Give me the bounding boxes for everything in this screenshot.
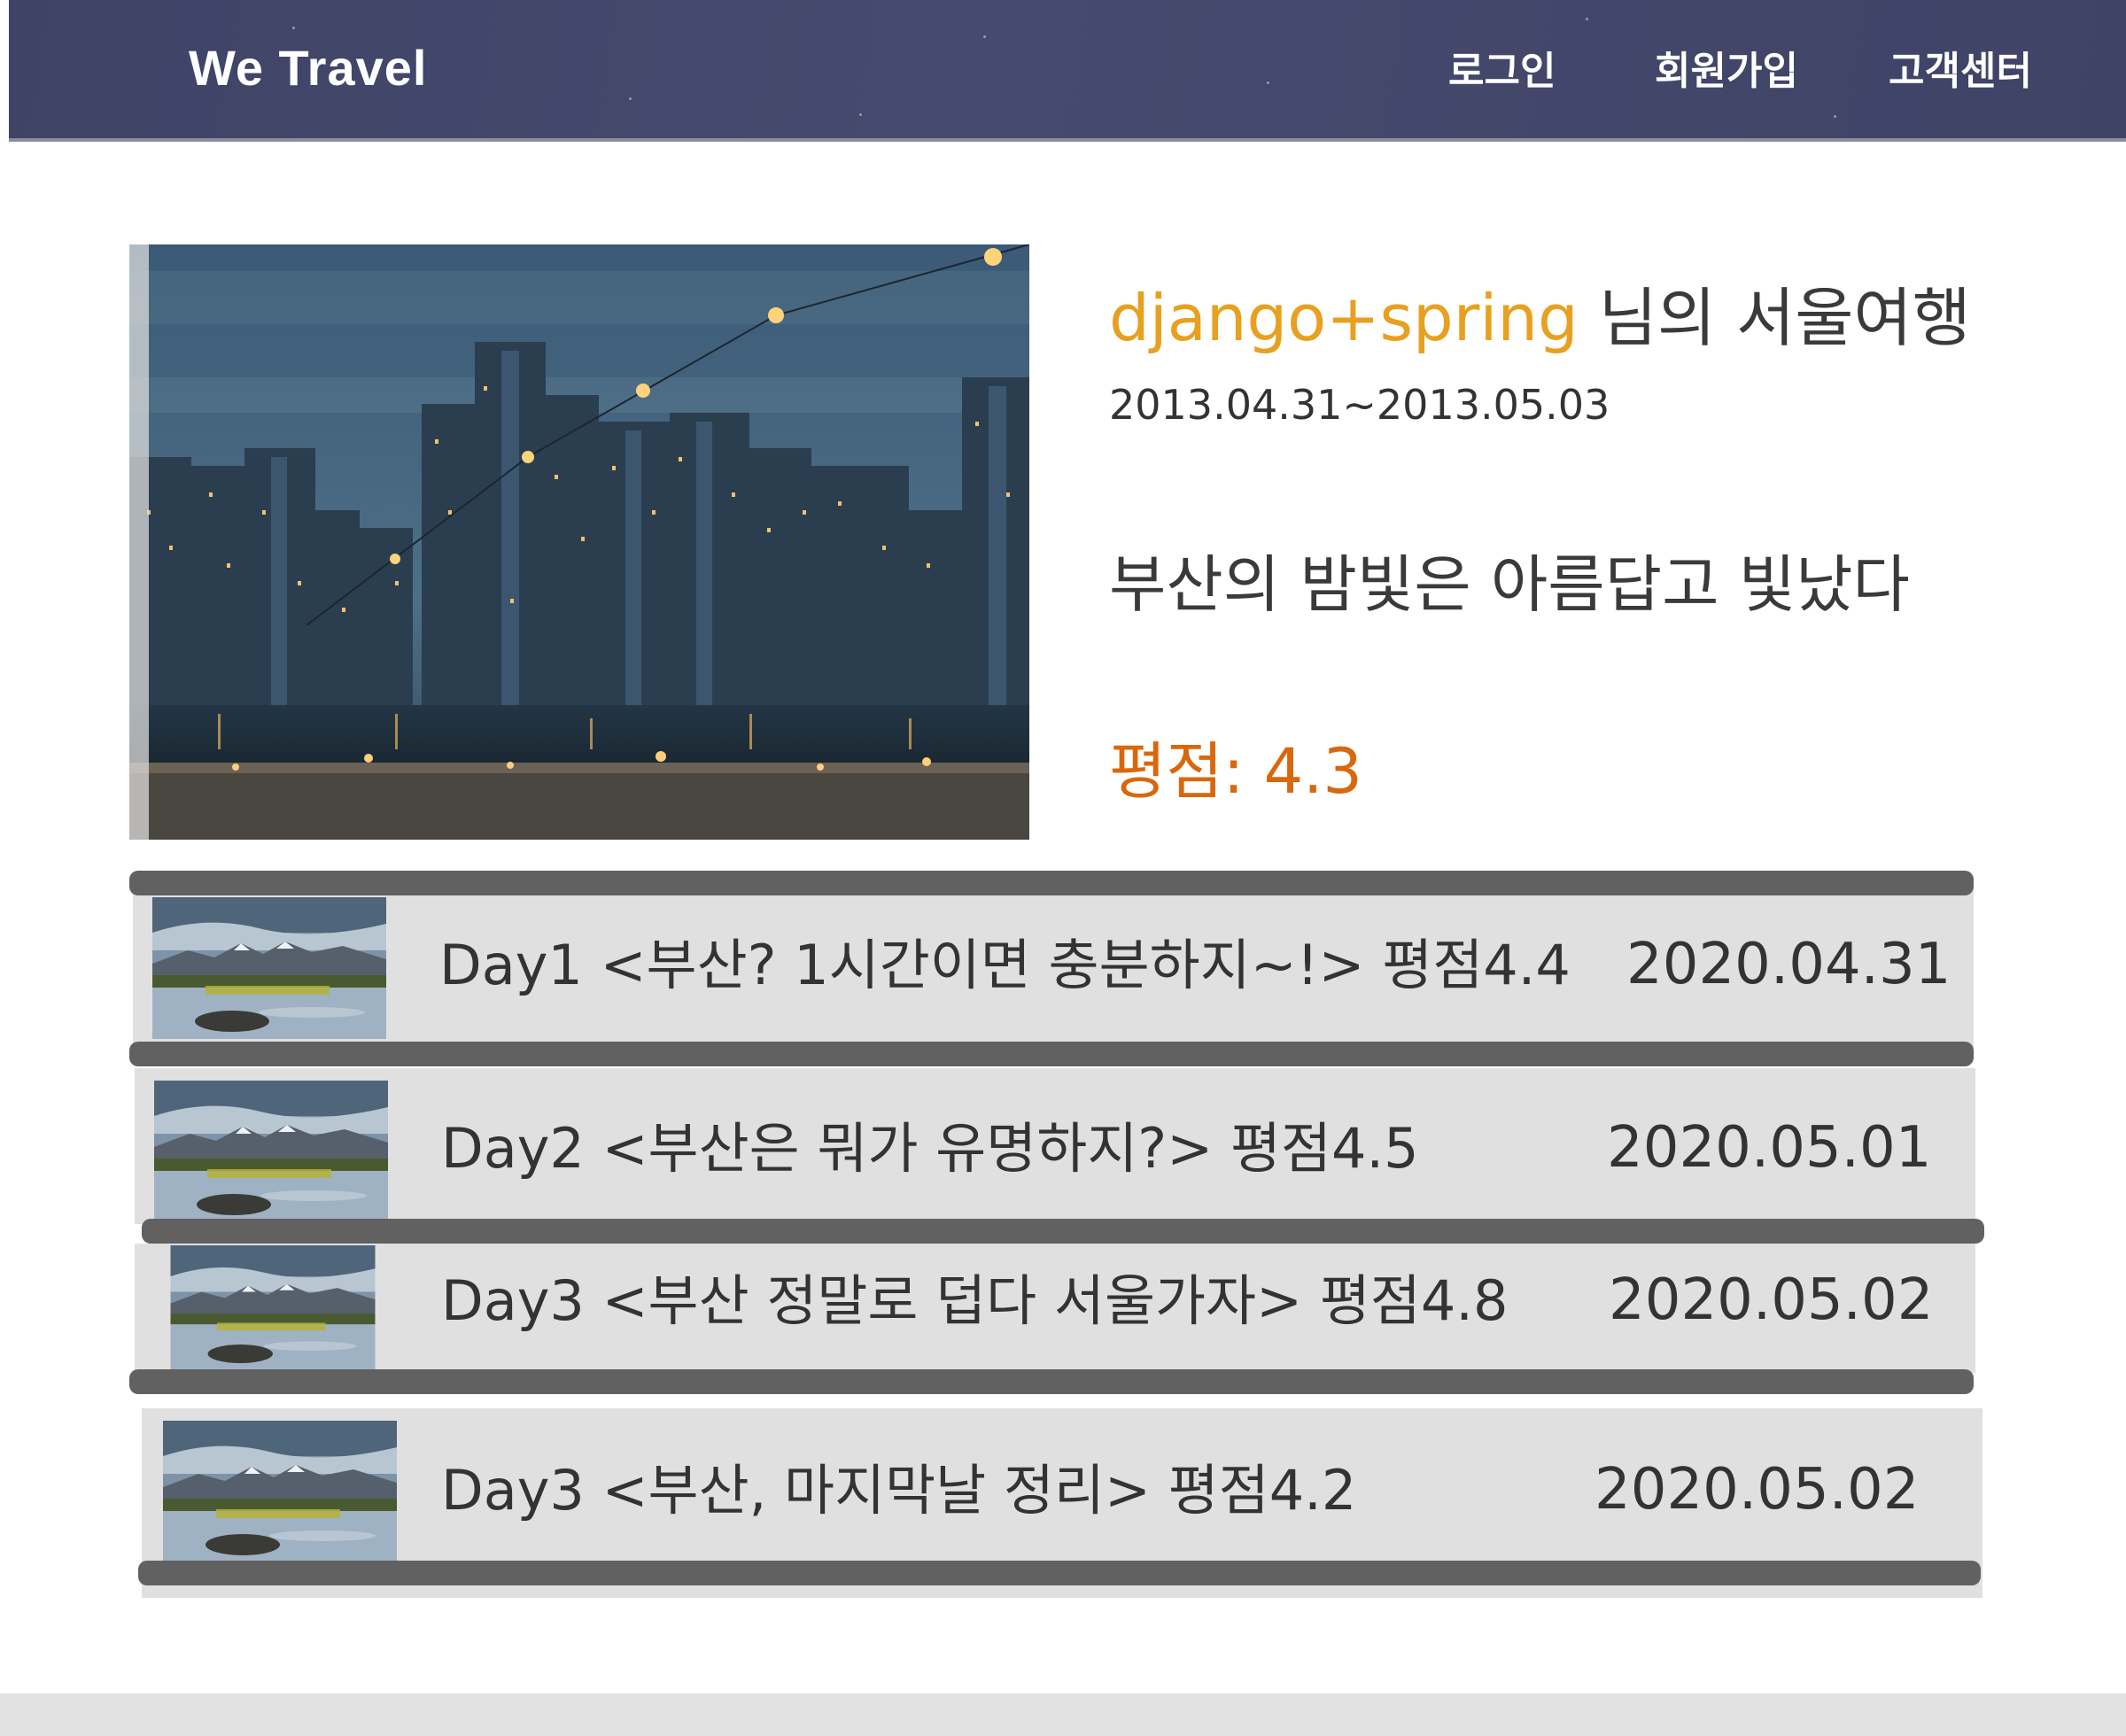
day-item-2[interactable]: Day2 <부산은 뭐가 유명하지?> 평점4.5 2020.05.01 (135, 1068, 1975, 1224)
day-separator-bar (129, 1042, 1974, 1066)
header-star-decoration (1267, 81, 1269, 84)
day-title: Day2 <부산은 뭐가 유명하지?> 평점4.5 (441, 1116, 1419, 1181)
trip-date-range: 2013.04.31~2013.05.03 (1109, 381, 1610, 429)
day-title: Day3 <부산, 마지막날 정리> 평점4.2 (441, 1458, 1357, 1523)
trip-author-username[interactable]: django+spring (1109, 281, 1579, 355)
trip-title-text: 님의 서울여행 (1578, 281, 1971, 355)
day-thumbnail (156, 1245, 390, 1369)
nav-login-link[interactable]: 로그인 (1448, 39, 1556, 96)
day-separator-bar (129, 871, 1974, 895)
nav-customer-center-link[interactable]: 고객센터 (1889, 39, 2032, 96)
top-navbar: We Travel 로그인 회원가입 고객센터 (9, 0, 2126, 142)
day-date: 2020.05.02 (1609, 1267, 1934, 1333)
day-title: Day3 <부산 정말로 덥다 서울가자> 평점4.8 (441, 1268, 1509, 1333)
header-star-decoration (1586, 18, 1588, 20)
day-date: 2020.05.02 (1594, 1457, 1920, 1523)
trip-title: django+spring 님의 서울여행 (1109, 266, 1971, 359)
trip-rating: 평점: 4.3 (1109, 735, 1362, 808)
day-separator-bar (142, 1219, 1984, 1244)
day-thumbnail (152, 897, 386, 1039)
day-title: Day1 <부산? 1시간이면 충분하지~!> 평점4.4 (439, 933, 1571, 997)
header-star-decoration (292, 27, 295, 29)
trip-cover-photo (129, 244, 1029, 840)
header-star-decoration (629, 97, 632, 100)
day-thumbnail (163, 1421, 397, 1562)
header-star-decoration (1834, 115, 1836, 118)
day-item-1[interactable]: Day1 <부산? 1시간이면 충분하지~!> 평점4.4 2020.04.31 (133, 888, 1974, 1048)
day-separator-bar (138, 1561, 1981, 1585)
day-date: 2020.05.01 (1607, 1115, 1932, 1181)
trip-description: 부산의 밤빛은 아름답고 빛났다 (1109, 548, 1910, 621)
brand-logo[interactable]: We Travel (189, 39, 427, 97)
day-item-3[interactable]: Day3 <부산 정말로 덥다 서울가자> 평점4.8 2020.05.02 (135, 1244, 1975, 1373)
day-date: 2020.04.31 (1626, 932, 1951, 997)
day-thumbnail (154, 1081, 388, 1222)
footer (0, 1693, 2126, 1736)
header-star-decoration (983, 35, 986, 38)
day-separator-bar (129, 1369, 1974, 1394)
header-star-decoration (859, 113, 862, 116)
nav-signup-link[interactable]: 회원가입 (1655, 39, 1798, 96)
